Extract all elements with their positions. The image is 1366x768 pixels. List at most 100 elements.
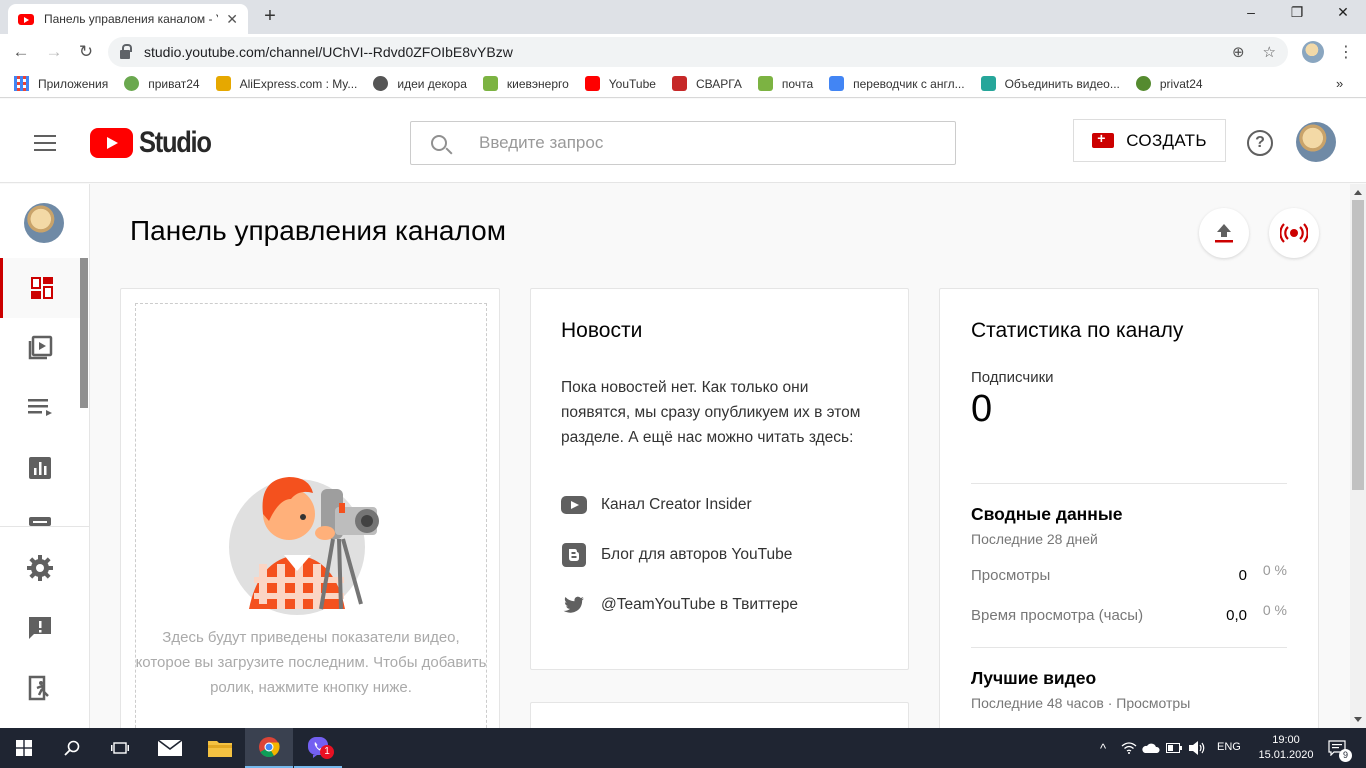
summary-title: Сводные данные [971,504,1123,524]
bookmark-item[interactable]: киевэнерго [482,76,569,91]
bookmark-item[interactable]: Объединить видео... [980,76,1120,91]
news-card: Новости Пока новостей нет. Как только он… [530,288,909,670]
hamburger-menu-icon[interactable] [34,135,56,156]
svarga-icon [671,76,687,91]
bookmark-item[interactable]: privat24 [1135,76,1203,91]
restore-button[interactable]: ❐ [1274,4,1320,26]
aliexpress-icon [215,76,231,91]
bookmarks-overflow-icon[interactable]: » [1336,76,1343,91]
mail-icon[interactable] [146,728,194,768]
sidebar-item-comments[interactable] [0,500,80,526]
youtube-logo-icon [90,128,133,158]
bookmark-item[interactable]: Приложения [14,76,108,91]
browser-menu-icon[interactable]: ⋮ [1338,42,1354,62]
sidebar-item-classic-studio[interactable] [0,658,80,718]
browser-toolbar: ← → ↻ studio.youtube.com/channel/UChVI--… [0,34,1366,70]
channel-stats-card: Статистика по каналу Подписчики 0 Сводны… [939,288,1319,748]
bookmark-item[interactable]: СВАРГА [671,76,742,91]
battery-icon[interactable] [1163,728,1185,768]
scroll-down-icon[interactable] [1354,717,1362,722]
tab-title: Панель управления каналом - YouTube Stud… [44,12,218,26]
bookmark-item[interactable]: AliExpress.com : My... [215,76,358,91]
sidebar-item-playlists[interactable] [0,378,80,438]
globe-icon [373,76,389,91]
address-bar[interactable]: studio.youtube.com/channel/UChVI--Rdvd0Z… [108,37,1288,67]
news-text: Пока новостей нет. Как только они появят… [561,379,861,446]
volume-icon[interactable] [1186,728,1210,768]
page-title: Панель управления каналом [130,215,506,246]
twitter-icon [561,596,587,614]
search-input[interactable] [479,133,899,153]
url-text: studio.youtube.com/channel/UChVI--Rdvd0Z… [144,44,513,60]
browser-profile-avatar[interactable] [1302,41,1324,63]
search-icon [431,135,447,151]
views-label: Просмотры [971,566,1051,584]
analytics-icon [29,457,51,479]
windows-taskbar: 1 ^ ENG 19:00 15.01.2020 9 [0,728,1366,768]
youtube-favicon-icon [18,13,34,25]
forward-arrow-icon[interactable]: → [43,42,65,62]
sidebar-item-dashboard[interactable] [0,258,80,318]
new-tab-button[interactable]: + [258,5,282,28]
viber-taskbar-icon[interactable]: 1 [294,728,342,768]
sidebar-item-settings[interactable] [0,538,80,598]
bookmark-item[interactable]: переводчик с англ... [829,76,965,91]
bookmark-item[interactable]: идеи декора [373,76,467,91]
play-icon [980,76,996,91]
browser-tab[interactable]: Панель управления каналом - YouTube Stud… [8,4,248,34]
sidebar-item-feedback[interactable] [0,598,80,658]
minimize-button[interactable]: – [1228,4,1274,26]
google-icon [829,76,845,91]
close-window-button[interactable]: ✕ [1320,4,1366,26]
views-value: 0 [1238,566,1247,584]
news-title: Новости [561,319,643,342]
task-view-icon[interactable] [96,728,144,768]
news-link-blog[interactable]: Блог для авторов YouTube [561,542,878,568]
logo-text: Studio [139,126,212,159]
show-hidden-icons-icon[interactable]: ^ [1092,728,1114,768]
action-center-icon[interactable]: 9 [1322,728,1352,768]
page-scrollbar-thumb[interactable] [1352,200,1364,490]
search-box[interactable] [410,121,956,165]
bookmark-item[interactable]: YouTube [584,76,656,91]
zoom-icon[interactable]: ⊕ [1232,43,1245,61]
youtube-studio-logo[interactable]: Studio [90,126,223,160]
wifi-icon[interactable] [1118,728,1140,768]
help-icon[interactable]: ? [1247,130,1273,156]
notification-count-badge: 9 [1339,749,1352,762]
onedrive-icon[interactable] [1140,728,1162,768]
bookmark-item[interactable]: почта [757,76,813,91]
views-row: Просмотры 0 0 % [971,562,1287,587]
youtube-icon [561,496,587,514]
news-link-twitter[interactable]: @TeamYouTube в Твиттере [561,592,878,618]
stats-divider [971,647,1287,648]
bookmark-label: Приложения [38,76,109,91]
chrome-taskbar-icon[interactable] [245,728,293,768]
bookmark-label: переводчик с англ... [853,76,965,91]
back-arrow-icon[interactable]: ← [10,42,32,62]
input-language[interactable]: ENG [1217,741,1241,753]
bookmark-item[interactable]: приват24 [124,76,200,91]
tab-close-icon[interactable]: ✕ [226,11,238,28]
account-avatar[interactable] [1296,122,1336,162]
create-button[interactable]: СОЗДАТЬ [1073,119,1226,162]
feedback-icon [29,617,51,639]
news-link-creator-insider[interactable]: Канал Creator Insider [561,492,878,518]
create-video-icon [1092,130,1115,148]
reload-icon[interactable]: ↻ [75,42,97,62]
scroll-up-icon[interactable] [1354,190,1362,195]
windows-start-icon[interactable] [0,728,48,768]
search-icon[interactable] [48,728,96,768]
upload-button[interactable] [1199,208,1249,258]
file-explorer-icon[interactable] [196,728,244,768]
channel-avatar[interactable] [24,203,64,243]
sidebar-scrollbar[interactable] [80,258,88,408]
bookmark-label: AliExpress.com : My... [239,76,358,91]
sidebar-item-analytics[interactable] [0,438,80,498]
bookmark-star-icon[interactable]: ☆ [1263,43,1276,61]
sidebar-item-videos[interactable] [0,318,80,378]
go-live-button[interactable] [1269,208,1319,258]
taskbar-clock[interactable]: 19:00 15.01.2020 [1256,733,1316,763]
video-card-hint: Здесь будут приведены показатели видео, … [135,629,487,696]
subscribers-value: 0 [971,388,993,430]
